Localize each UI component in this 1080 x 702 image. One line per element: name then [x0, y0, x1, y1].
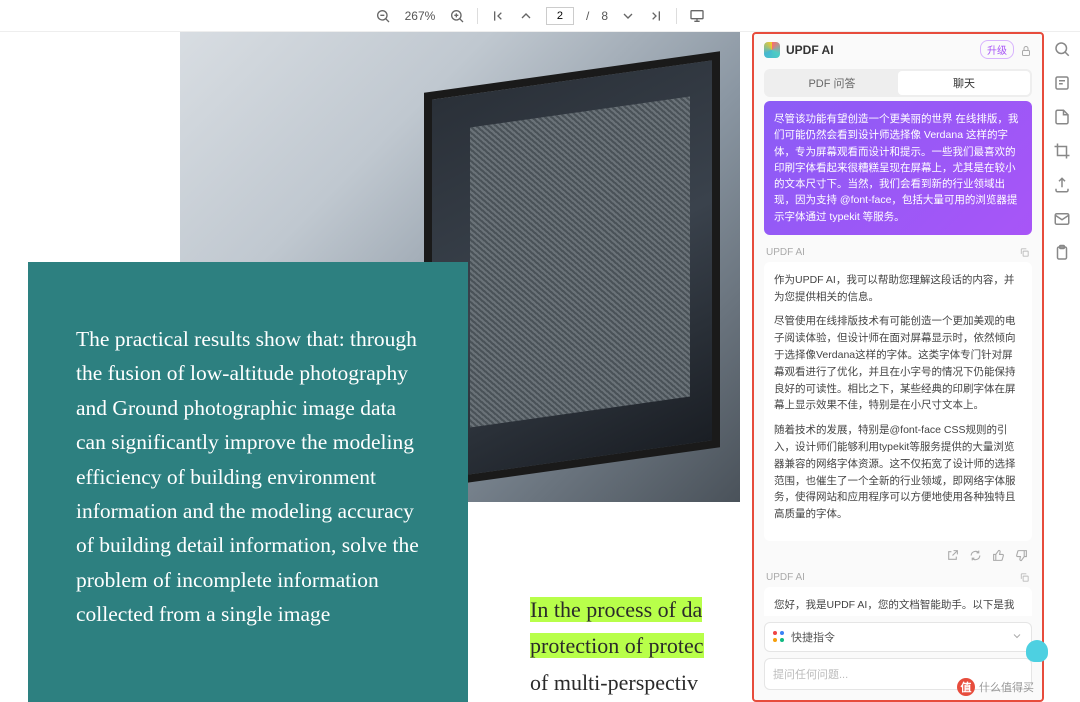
- next-page-icon[interactable]: [620, 8, 636, 24]
- page-total: 8: [601, 9, 608, 23]
- message-actions: [764, 547, 1032, 568]
- document-body-text: In the process of da protection of prote…: [530, 592, 750, 702]
- tab-chat[interactable]: 聊天: [898, 71, 1030, 95]
- grid-dots-icon: [773, 631, 785, 643]
- ai-sender-label: UPDF AI: [766, 247, 805, 258]
- page-icon[interactable]: [1053, 108, 1071, 126]
- highlighted-text: In the process of da: [530, 597, 702, 622]
- search-icon[interactable]: [1053, 40, 1071, 58]
- updf-ai-logo-icon: [764, 42, 780, 58]
- chevron-down-icon: [1011, 630, 1023, 645]
- mail-icon[interactable]: [1053, 210, 1071, 228]
- ai-intro: 您好，我是UPDF AI，您的文档智能助手。以下是我可以做到的事情： 翻译：我可…: [764, 587, 1032, 616]
- document-callout-box: The practical results show that: through…: [28, 262, 468, 702]
- pdf-viewer[interactable]: The practical results show that: through…: [0, 32, 752, 702]
- page-input[interactable]: [546, 7, 574, 25]
- copy-icon[interactable]: [1019, 572, 1030, 583]
- ai-tabs: PDF 问答 聊天: [764, 69, 1032, 97]
- ai-reply: 作为UPDF AI，我可以帮助您理解这段话的内容，并为您提供相关的信息。 尽管使…: [764, 262, 1032, 541]
- thumbs-down-icon[interactable]: [1015, 549, 1028, 562]
- quick-command-button[interactable]: 快捷指令: [764, 622, 1032, 652]
- lock-icon[interactable]: [1020, 44, 1032, 56]
- thumbs-up-icon[interactable]: [992, 549, 1005, 562]
- copy-icon[interactable]: [1019, 247, 1030, 258]
- mascot-icon[interactable]: [1026, 640, 1048, 662]
- upgrade-button[interactable]: 升级: [980, 40, 1014, 59]
- watermark-logo-icon: 值: [957, 678, 975, 696]
- zoom-level[interactable]: 267%: [403, 9, 437, 23]
- page-sep: /: [586, 9, 589, 23]
- tab-pdf-qa[interactable]: PDF 问答: [766, 71, 898, 95]
- pdf-toolbar: 267% / 8: [0, 0, 1080, 32]
- ocr-icon[interactable]: [1053, 74, 1071, 92]
- watermark: 值 什么值得买: [957, 678, 1034, 696]
- crop-icon[interactable]: [1053, 142, 1071, 160]
- first-page-icon[interactable]: [490, 8, 506, 24]
- zoom-in-icon[interactable]: [449, 8, 465, 24]
- clipboard-icon[interactable]: [1053, 244, 1071, 262]
- zoom-out-icon[interactable]: [375, 8, 391, 24]
- right-sidebar: [1044, 32, 1080, 702]
- callout-text: The practical results show that: through…: [76, 322, 420, 632]
- ai-sender-label: UPDF AI: [766, 572, 805, 583]
- presentation-icon[interactable]: [689, 8, 705, 24]
- export-icon[interactable]: [1053, 176, 1071, 194]
- ai-panel-title: UPDF AI: [786, 43, 974, 57]
- prev-page-icon[interactable]: [518, 8, 534, 24]
- user-message: 尽管该功能有望创造一个更美丽的世界 在线排版，我们可能仍然会看到设计师选择像 V…: [764, 101, 1032, 235]
- last-page-icon[interactable]: [648, 8, 664, 24]
- share-icon[interactable]: [946, 549, 959, 562]
- highlighted-text: protection of protec: [530, 633, 704, 658]
- refresh-icon[interactable]: [969, 549, 982, 562]
- ai-panel: UPDF AI 升级 PDF 问答 聊天 尽管该功能有望创造一个更美丽的世界 在…: [752, 32, 1044, 702]
